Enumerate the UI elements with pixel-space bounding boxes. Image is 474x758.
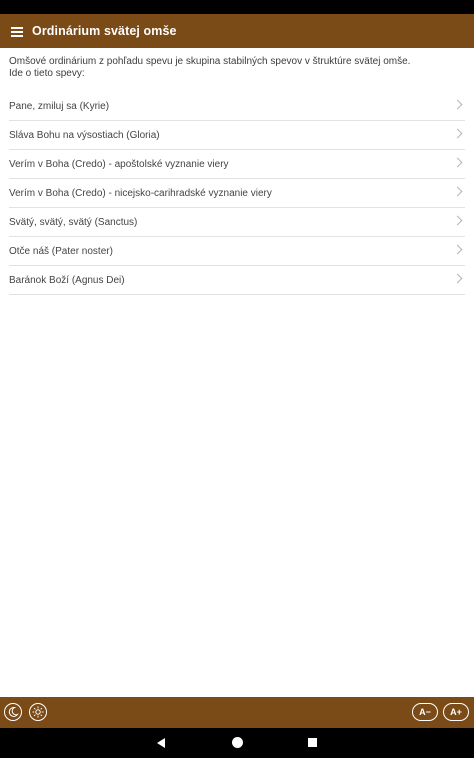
moon-icon	[8, 706, 19, 717]
list-item-kyrie[interactable]: Pane, zmiluj sa (Kyrie)	[9, 92, 465, 121]
intro-line-2: Ide o tieto spevy:	[9, 68, 85, 79]
chevron-right-icon	[452, 99, 463, 110]
page-title: Ordinárium svätej omše	[32, 24, 177, 38]
list-item-sanctus[interactable]: Svätý, svätý, svätý (Sanctus)	[9, 208, 465, 237]
back-icon[interactable]	[157, 738, 165, 748]
chevron-right-icon	[452, 128, 463, 139]
app-bar: Ordinárium svätej omše	[0, 14, 474, 48]
list-item-label: Svätý, svätý, svätý (Sanctus)	[9, 216, 138, 228]
list-item-label: Verím v Boha (Credo) - nicejsko-carihrad…	[9, 187, 272, 199]
home-icon[interactable]	[232, 737, 243, 748]
chevron-right-icon	[452, 215, 463, 226]
menu-button[interactable]	[1, 14, 33, 48]
list-item-pater-noster[interactable]: Otče náš (Pater noster)	[9, 237, 465, 266]
list-item-label: Pane, zmiluj sa (Kyrie)	[9, 100, 110, 112]
intro-text: Omšové ordinárium z pohľadu spevu je sku…	[9, 56, 449, 80]
list-item-label: Verím v Boha (Credo) - apoštolské vyznan…	[9, 158, 229, 170]
hamburger-menu-icon	[11, 26, 23, 37]
status-bar	[0, 0, 474, 14]
font-increase-button[interactable]: A+	[443, 703, 469, 721]
chevron-right-icon	[452, 186, 463, 197]
list-item-label: Sláva Bohu na výsostiach (Gloria)	[9, 129, 160, 141]
list-item-label: Otče náš (Pater noster)	[9, 245, 113, 257]
system-nav-bar	[0, 728, 474, 758]
list-item-label: Baránok Boží (Agnus Dei)	[9, 274, 125, 286]
sun-icon	[32, 706, 44, 718]
list-item-credo-apostolic[interactable]: Verím v Boha (Credo) - apoštolské vyznan…	[9, 150, 465, 179]
day-mode-button[interactable]	[29, 703, 47, 721]
font-decrease-button[interactable]: A−	[412, 703, 438, 721]
list-item-gloria[interactable]: Sláva Bohu na výsostiach (Gloria)	[9, 121, 465, 150]
bottom-toolbar: A− A+	[0, 697, 474, 728]
chevron-right-icon	[452, 244, 463, 255]
list-item-agnus-dei[interactable]: Baránok Boží (Agnus Dei)	[9, 266, 465, 295]
chevron-right-icon	[452, 157, 463, 168]
chant-list: Pane, zmiluj sa (Kyrie) Sláva Bohu na vý…	[0, 92, 474, 295]
chevron-right-icon	[452, 273, 463, 284]
night-mode-button[interactable]	[4, 703, 22, 721]
recent-apps-icon[interactable]	[308, 738, 317, 747]
list-item-credo-nicene[interactable]: Verím v Boha (Credo) - nicejsko-carihrad…	[9, 179, 465, 208]
intro-line-1: Omšové ordinárium z pohľadu spevu je sku…	[9, 56, 411, 67]
